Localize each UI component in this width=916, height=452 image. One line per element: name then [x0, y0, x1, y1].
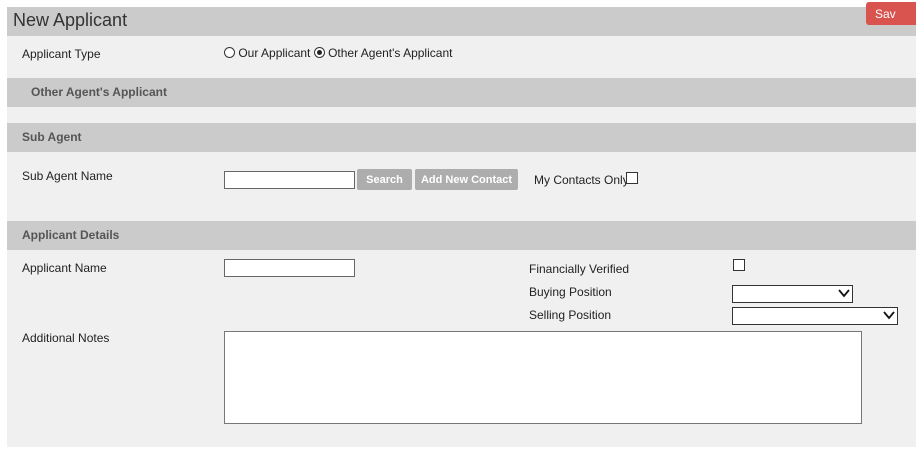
other-agents-applicant-radio[interactable]: Other Agent's Applicant — [313, 46, 452, 60]
selling-position-select[interactable] — [732, 307, 898, 325]
search-button[interactable]: Search — [357, 169, 412, 190]
additional-notes-label: Additional Notes — [22, 331, 110, 345]
applicant-name-input[interactable] — [224, 259, 355, 277]
sub-agent-name-label: Sub Agent Name — [22, 169, 113, 183]
sub-agent-name-input[interactable] — [224, 171, 355, 189]
our-applicant-radio[interactable]: Our Applicant — [224, 46, 310, 60]
applicant-details-section-header: Applicant Details — [7, 221, 916, 250]
our-applicant-label[interactable]: Our Applicant — [238, 46, 310, 60]
selling-position-label: Selling Position — [529, 308, 612, 322]
additional-notes-textarea[interactable] — [224, 331, 862, 424]
financially-verified-checkbox[interactable] — [733, 259, 745, 271]
applicant-type-options: Our Applicant Other Agent's Applicant — [224, 46, 452, 60]
other-agent-section-title: Other Agent's Applicant — [31, 85, 167, 99]
applicant-type-label: Applicant Type — [22, 47, 101, 61]
chevron-down-icon — [838, 289, 850, 298]
financially-verified-label: Financially Verified — [529, 262, 630, 276]
buying-position-select[interactable] — [732, 285, 853, 303]
save-button[interactable]: Sav — [866, 2, 916, 25]
title-bar: New Applicant — [7, 7, 916, 36]
buying-position-label: Buying Position — [529, 285, 612, 299]
new-applicant-panel: New Applicant Applicant Type Our Applica… — [7, 7, 916, 447]
my-contacts-only-checkbox[interactable] — [626, 172, 638, 184]
radio-circle-icon[interactable] — [224, 47, 235, 58]
applicant-name-label: Applicant Name — [22, 261, 107, 275]
add-new-contact-button[interactable]: Add New Contact — [415, 169, 518, 190]
sub-agent-section-title: Sub Agent — [22, 130, 82, 144]
other-agents-applicant-label[interactable]: Other Agent's Applicant — [328, 46, 452, 60]
other-agent-section-header: Other Agent's Applicant — [7, 78, 916, 107]
radio-checked-icon[interactable] — [313, 47, 325, 58]
my-contacts-only-label: My Contacts Only — [534, 173, 629, 187]
page-title: New Applicant — [13, 10, 128, 30]
chevron-down-icon — [883, 311, 895, 320]
applicant-details-section-title: Applicant Details — [22, 228, 120, 242]
sub-agent-section-header: Sub Agent — [7, 123, 916, 152]
